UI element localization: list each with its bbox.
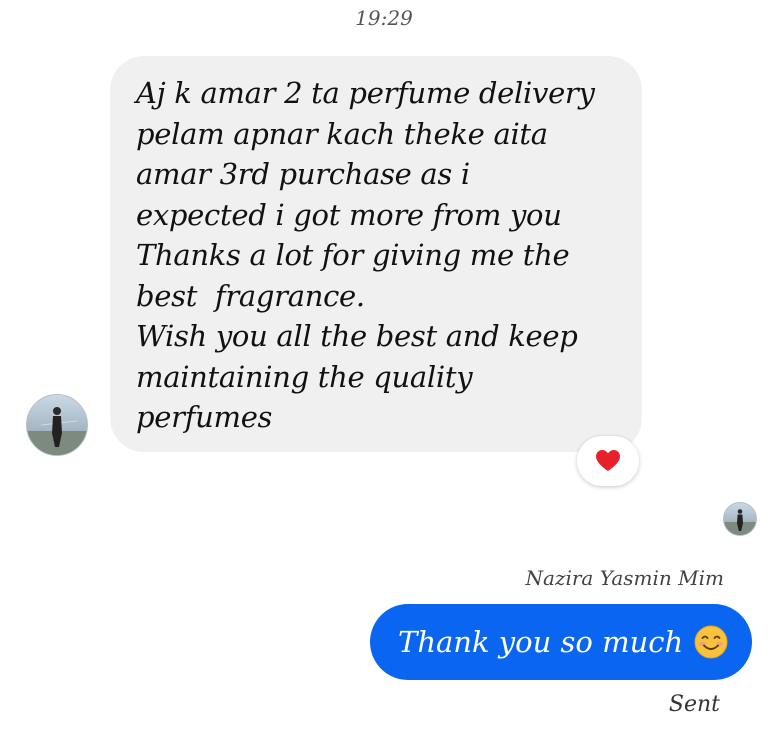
sender-name: Nazira Yasmin Mim xyxy=(525,566,724,590)
message-line: expected i got more from you xyxy=(136,197,562,232)
message-line: Thanks a lot for giving me the xyxy=(136,238,570,272)
smiling-face-icon xyxy=(693,624,729,660)
heart-icon xyxy=(596,450,620,471)
read-receipt-avatar xyxy=(723,502,757,536)
person-silhouette-icon xyxy=(724,509,756,535)
message-line: best fragrance. xyxy=(136,278,365,313)
contact-avatar[interactable] xyxy=(26,394,88,456)
message-line: Aj k amar 2 ta perfume delivery xyxy=(136,76,595,110)
outgoing-message-bubble[interactable]: Thank you so much xyxy=(370,604,752,680)
message-line: maintaining the quality xyxy=(136,359,473,394)
incoming-message-bubble[interactable]: Aj k amar 2 ta perfume delivery pelam ap… xyxy=(110,56,642,452)
message-line: Wish you all the best and keep xyxy=(136,319,578,353)
outgoing-message-text: Thank you so much xyxy=(398,625,684,659)
message-line: amar 3rd purchase as i xyxy=(136,157,470,191)
person-silhouette-icon xyxy=(27,407,87,455)
message-timestamp: 19:29 xyxy=(355,6,413,30)
message-status: Sent xyxy=(668,692,720,717)
heart-reaction[interactable] xyxy=(577,436,639,486)
message-line: perfumes xyxy=(136,400,273,434)
message-line: pelam apnar kach theke aita xyxy=(136,116,548,151)
